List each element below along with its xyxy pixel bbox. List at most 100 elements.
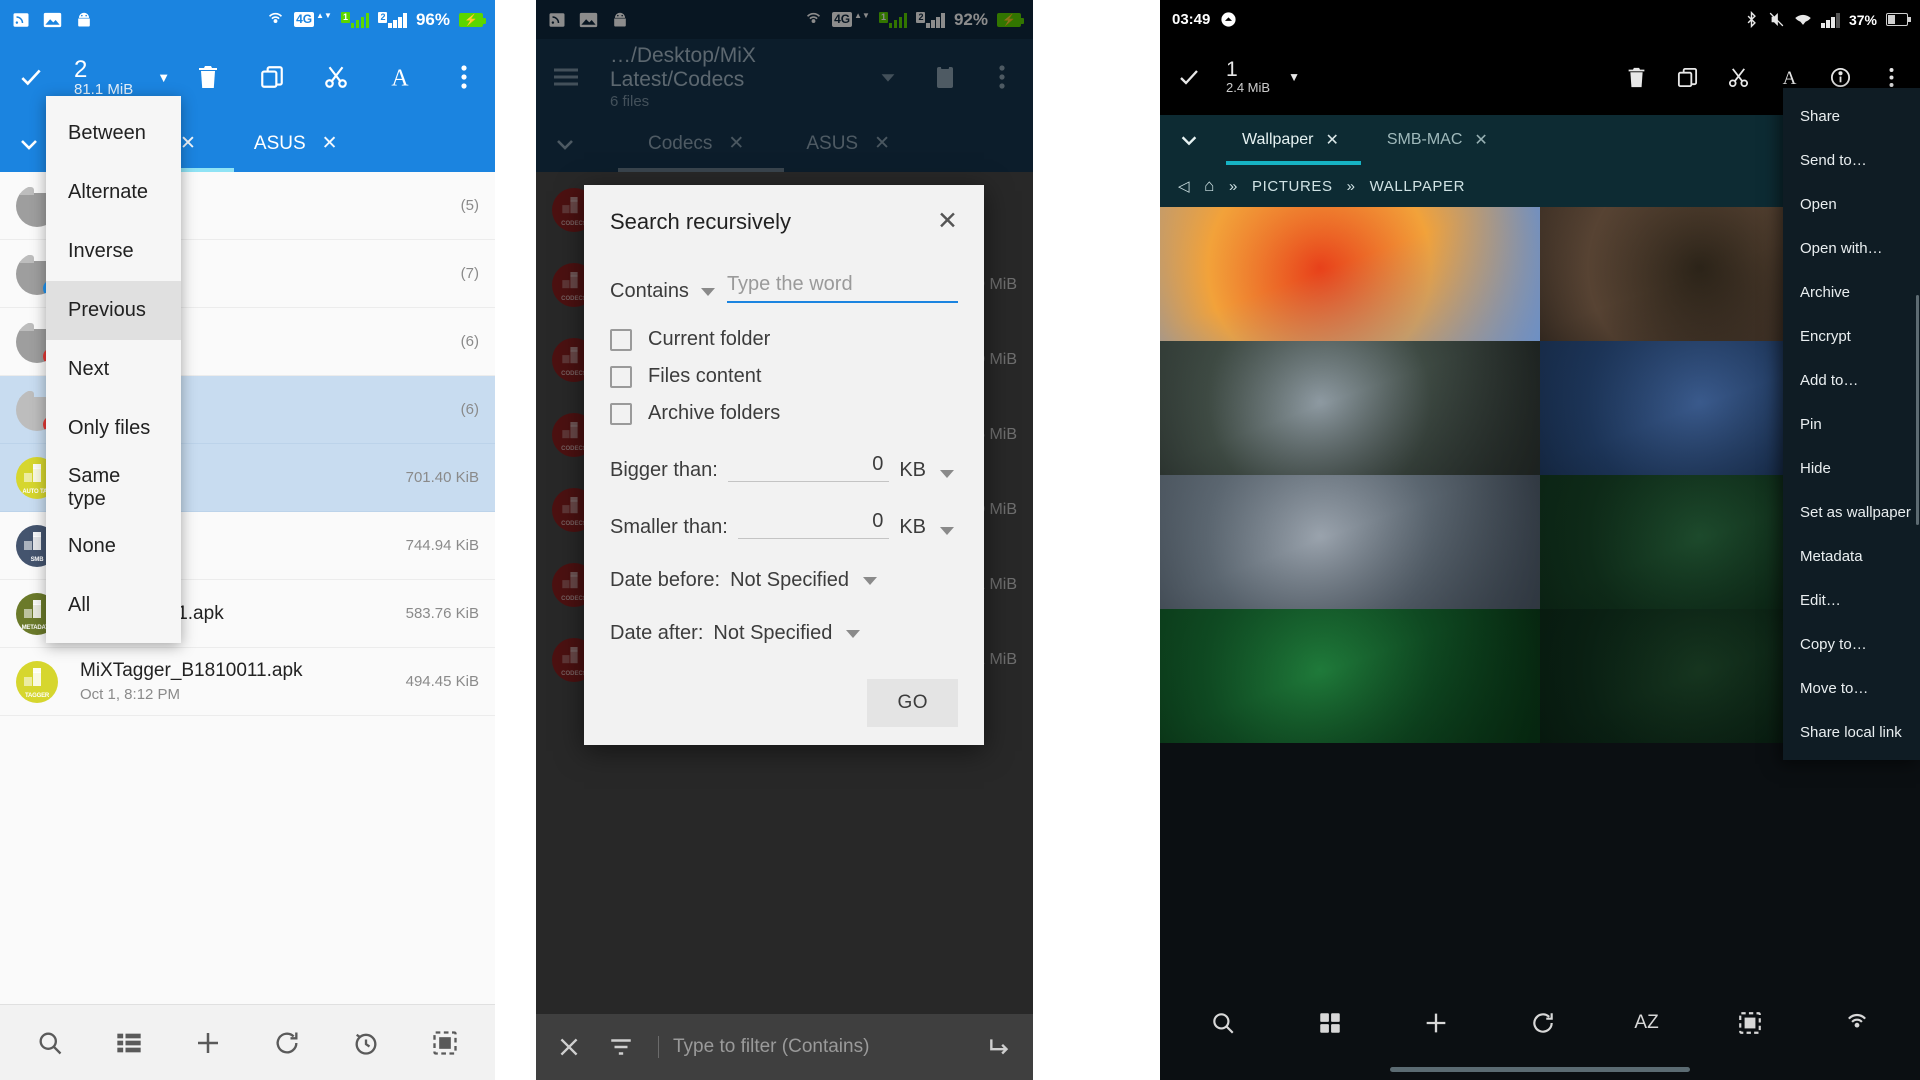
scrollbar-thumb[interactable] [1916,295,1919,525]
date-before-value[interactable]: Not Specified [730,569,849,592]
smaller-than-unit[interactable]: KB [899,516,926,539]
close-icon[interactable]: ✕ [937,209,958,234]
search-word-input[interactable]: Type the word [726,273,958,303]
date-after-row[interactable]: Date after: Not Specified [610,622,958,645]
checkbox-archive-folders[interactable]: Archive folders [610,402,958,425]
tab-0[interactable]: Wallpaper ✕ [1222,130,1359,150]
tab-expand-icon[interactable] [14,129,44,159]
refresh-icon[interactable] [1528,1008,1558,1038]
check-icon[interactable] [1174,62,1204,92]
hotspot-icon[interactable] [1842,1008,1872,1038]
go-button[interactable]: GO [867,679,958,727]
breadcrumb-item-wallpaper[interactable]: WALLPAPER [1370,178,1465,195]
bigger-than-input[interactable]: 0 [727,453,890,482]
date-before-row[interactable]: Date before: Not Specified [610,569,958,592]
menu-item-next[interactable]: Next [46,340,181,399]
search-icon[interactable] [1208,1008,1238,1038]
checkbox-current-folder[interactable]: Current folder [610,328,958,351]
tab-1[interactable]: SMB-MAC ✕ [1367,130,1508,150]
select-icon[interactable] [430,1028,460,1058]
cut-icon[interactable] [1723,62,1753,92]
context-menu-item-set-as-wallpaper[interactable]: Set as wallpaper [1783,490,1920,534]
cut-icon[interactable] [321,62,351,92]
chevron-down-icon[interactable]: ▼ [1288,70,1300,84]
tab-1[interactable]: ASUS ✕ [234,132,358,155]
thumbnail-mountain-road[interactable] [1160,341,1540,475]
menu-item-inverse[interactable]: Inverse [46,222,181,281]
close-icon[interactable] [554,1032,584,1062]
filter-icon[interactable] [606,1032,636,1062]
checkbox-box[interactable] [610,328,632,351]
smaller-than-input[interactable]: 0 [737,510,890,539]
panel-divider-1 [495,0,536,1080]
chevron-down-icon[interactable] [846,629,861,638]
context-menu-item-copy-to[interactable]: Copy to… [1783,622,1920,666]
context-menu-item-share-local-link[interactable]: Share local link [1783,710,1920,754]
copy-icon[interactable] [1672,62,1702,92]
sort-az-icon[interactable]: AZ [1634,1008,1658,1038]
copy-icon[interactable] [257,62,287,92]
check-icon[interactable] [16,62,46,92]
chevron-down-icon[interactable] [940,470,954,478]
thumbnail-abstract-explosion[interactable] [1160,207,1540,341]
search-icon[interactable] [35,1028,65,1058]
date-after-value[interactable]: Not Specified [713,622,832,645]
thumbnail-green-fern[interactable] [1160,609,1540,743]
select-icon[interactable] [1735,1008,1765,1038]
list-icon[interactable] [114,1028,144,1058]
back-icon[interactable]: ◁ [1178,177,1190,195]
bigger-than-unit[interactable]: KB [899,459,926,482]
delete-icon[interactable] [1621,62,1651,92]
chevron-down-icon[interactable] [700,288,715,296]
delete-icon[interactable] [193,62,223,92]
menu-item-only-files[interactable]: Only files [46,399,181,458]
context-menu-item-pin[interactable]: Pin [1783,402,1920,446]
enter-icon[interactable] [985,1032,1015,1062]
context-menu-item-open-with[interactable]: Open with… [1783,226,1920,270]
checkbox-box[interactable] [610,365,632,388]
menu-item-all[interactable]: All [46,576,181,635]
file-context-menu[interactable]: Share Send to… Open Open with… Archive Encryp… [1783,88,1920,760]
selection-mode-menu[interactable]: Between Alternate Inverse Previous Next Only … [46,96,181,643]
context-menu-item-encrypt[interactable]: Encrypt [1783,314,1920,358]
tab-expand-icon[interactable] [1174,125,1204,155]
context-menu-item-hide[interactable]: Hide [1783,446,1920,490]
rename-icon[interactable]: A [385,62,415,92]
file-date: Oct 1, 8:12 PM [80,686,181,703]
file-size: 494.45 KiB [405,673,479,690]
menu-item-same-type[interactable]: Same type [46,458,181,517]
menu-item-alternate[interactable]: Alternate [46,163,181,222]
context-menu-item-move-to[interactable]: Move to… [1783,666,1920,710]
context-menu-item-add-to[interactable]: Add to… [1783,358,1920,402]
chevron-down-icon[interactable] [940,527,954,535]
close-icon[interactable]: ✕ [322,132,338,155]
menu-item-none[interactable]: None [46,517,181,576]
breadcrumb-item-pictures[interactable]: PICTURES [1252,178,1333,195]
close-icon[interactable]: ✕ [180,132,196,155]
context-menu-item-archive[interactable]: Archive [1783,270,1920,314]
context-menu-item-open[interactable]: Open [1783,182,1920,226]
overflow-icon[interactable] [449,62,479,92]
close-icon[interactable]: ✕ [1325,130,1338,150]
checkbox-files-content[interactable]: Files content [610,365,958,388]
history-icon[interactable] [351,1028,381,1058]
home-icon[interactable]: ⌂ [1204,176,1215,196]
context-menu-item-metadata[interactable]: Metadata [1783,534,1920,578]
close-icon[interactable]: ✕ [1474,130,1487,150]
chevron-down-icon[interactable] [863,576,878,585]
match-mode-label[interactable]: Contains [610,280,689,303]
checkbox-box[interactable] [610,402,632,425]
filter-input[interactable]: Type to filter (Contains) [658,1036,963,1058]
context-menu-item-share[interactable]: Share [1783,94,1920,138]
refresh-icon[interactable] [272,1028,302,1058]
add-icon[interactable] [193,1028,223,1058]
grid-icon[interactable] [1315,1008,1345,1038]
chevron-down-icon[interactable]: ▼ [157,70,170,85]
context-menu-item-send-to[interactable]: Send to… [1783,138,1920,182]
add-icon[interactable] [1421,1008,1451,1038]
menu-item-previous[interactable]: Previous [46,281,181,340]
menu-item-between[interactable]: Between [46,104,181,163]
table-row[interactable]: TAGGER MiXTagger_B1810011.apk Oct 1, 8:12 … [0,648,495,716]
context-menu-item-edit[interactable]: Edit… [1783,578,1920,622]
thumbnail-city-street[interactable] [1160,475,1540,609]
